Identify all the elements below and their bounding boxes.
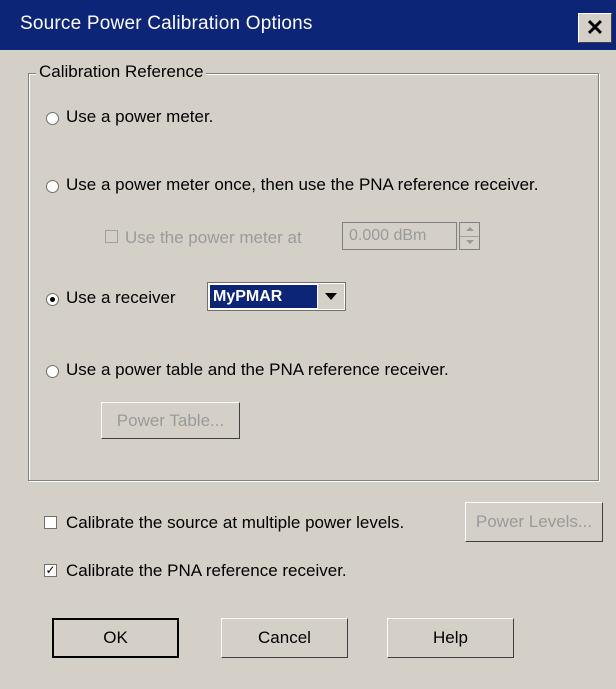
window-title: Source Power Calibration Options	[20, 13, 313, 34]
power-meter-level-spinner[interactable]	[459, 222, 480, 250]
calibration-reference-legend: Calibration Reference	[36, 62, 207, 82]
help-button[interactable]: Help	[387, 618, 514, 658]
radio-use-power-meter[interactable]	[46, 112, 59, 125]
radio-use-receiver[interactable]	[46, 293, 59, 306]
arrow-up-icon	[466, 227, 474, 231]
radio-use-receiver-label: Use a receiver	[66, 288, 176, 307]
radio-power-table-label: Use a power table and the PNA reference …	[66, 360, 449, 379]
radio-use-power-meter-label: Use a power meter.	[66, 107, 214, 126]
receiver-select[interactable]: MyPMAR	[207, 282, 346, 311]
chevron-down-icon[interactable]	[317, 284, 344, 309]
cancel-button[interactable]: Cancel	[221, 618, 348, 658]
power-meter-at-checkbox[interactable]	[105, 230, 118, 243]
power-meter-level-input[interactable]: 0.000 dBm	[342, 222, 457, 250]
receiver-select-value: MyPMAR	[210, 285, 317, 308]
radio-power-meter-once[interactable]	[46, 180, 59, 193]
radio-power-table[interactable]	[46, 365, 59, 378]
multiple-levels-checkbox[interactable]	[44, 516, 57, 529]
radio-power-meter-once-label: Use a power meter once, then use the PNA…	[66, 175, 539, 194]
spin-up-button[interactable]	[460, 223, 479, 237]
arrow-down-icon	[466, 240, 474, 244]
ok-button[interactable]: OK	[52, 618, 179, 658]
power-levels-button[interactable]: Power Levels...	[465, 502, 603, 542]
power-meter-at-label: Use the power meter at	[125, 228, 302, 247]
spin-down-button[interactable]	[460, 236, 479, 249]
close-icon: ✕	[585, 15, 605, 40]
title-bar: Source Power Calibration Options ✕	[0, 0, 616, 50]
power-table-button[interactable]: Power Table...	[101, 402, 240, 439]
multiple-levels-label: Calibrate the source at multiple power l…	[66, 513, 405, 532]
reference-receiver-label: Calibrate the PNA reference receiver.	[66, 561, 347, 580]
reference-receiver-checkbox[interactable]: ✓	[44, 564, 57, 577]
close-button[interactable]: ✕	[578, 13, 612, 43]
